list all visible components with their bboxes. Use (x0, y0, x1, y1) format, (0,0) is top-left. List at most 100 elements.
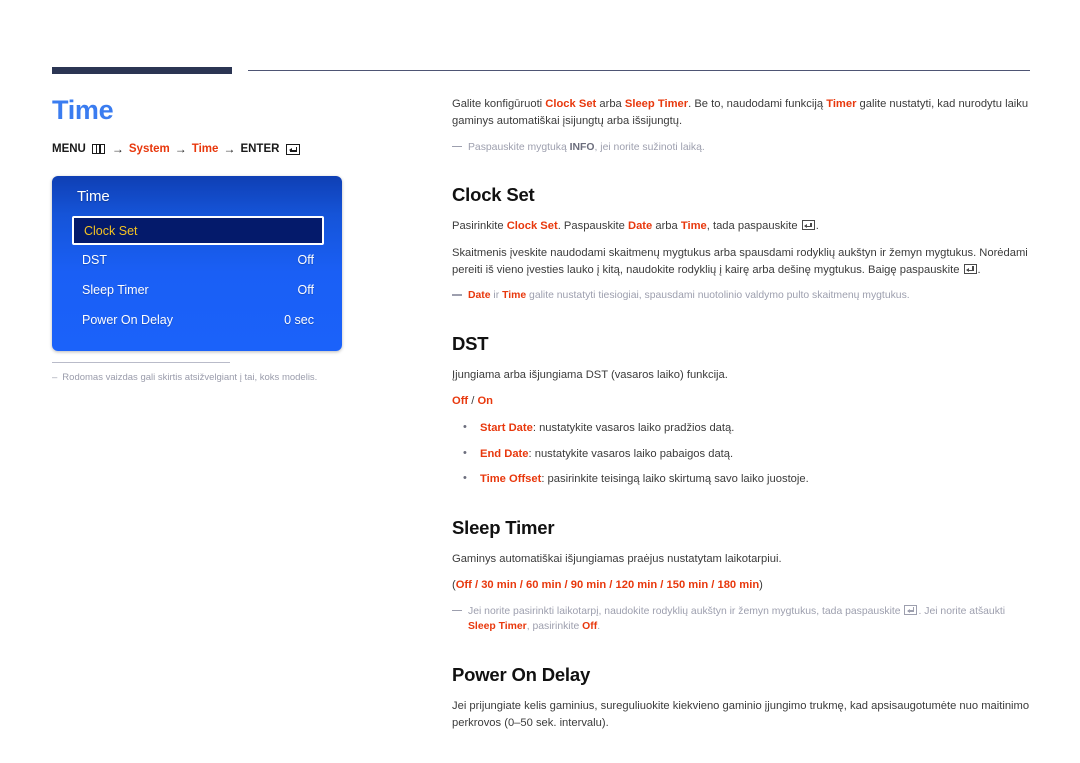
cs-p2-end: . (977, 264, 981, 277)
cs-term-time: Time (680, 220, 707, 233)
osd-item-label: Sleep Timer (82, 283, 149, 298)
list-item: Time Offset: pasirinkite teisingą laiko … (452, 470, 1032, 488)
osd-item-label: Power On Delay (82, 313, 174, 328)
intro-text-e: . Be to, naudodami funkciją (688, 98, 827, 110)
menu-path-step-time: Time (191, 143, 219, 156)
intro-text-c: arba (596, 98, 625, 110)
power-on-delay-paragraph-1: Jei prijungiate kelis gaminius, sureguli… (452, 700, 1030, 730)
left-footnote: – Rodomas vaizdas gali skirtis atsižvelg… (52, 362, 372, 384)
cs-text-a: Pasirinkite (452, 220, 507, 233)
menu-path-arrow-1: → (111, 142, 124, 157)
dst-bullet-desc: : nustatykite vasaros laiko pabaigos dat… (528, 447, 734, 460)
st-note-term-off: Off (582, 621, 598, 633)
menu-path-breadcrumb: MENU → System → Time → ENTER (52, 142, 412, 156)
sleep-timer-paragraph-1: Gaminys automatiškai išjungiamas praėjus… (452, 553, 782, 566)
dst-bullet-term: Time Offset (480, 473, 542, 486)
section-heading-clock-set: Clock Set (452, 184, 535, 206)
intro-note-term-info: INFO (569, 141, 595, 153)
intro-term-sleep-timer: Sleep Timer (624, 98, 689, 110)
list-item: Start Date: nustatykite vasaros laiko pr… (452, 419, 1032, 437)
st-close-paren: ) (759, 579, 763, 592)
dst-bullet-term: End Date (480, 447, 529, 460)
cs-text-h: . (815, 220, 819, 233)
cs-text-g: , tada paspauskite (706, 220, 801, 233)
enter-return-icon (963, 264, 977, 275)
st-options-list: Off / 30 min / 60 min / 90 min / 120 min… (455, 579, 760, 592)
osd-item-sleep-timer[interactable]: Sleep Timer Off (72, 275, 324, 305)
osd-item-clock-set[interactable]: Clock Set (72, 216, 324, 246)
intro-term-timer: Timer (826, 98, 857, 110)
osd-item-label: DST (82, 253, 107, 268)
footnote-text-row: – Rodomas vaizdas gali skirtis atsižvelg… (52, 371, 372, 384)
header-rule-thin (248, 70, 1030, 71)
st-note-f: . (597, 621, 601, 633)
clock-set-paragraph-2: Skaitmenis įveskite naudodami skaitmenų … (452, 245, 1032, 280)
cs-text-e: arba (652, 220, 681, 233)
dst-bullet-desc: : pasirinkite teisingą laiko skirtumą sa… (541, 473, 809, 486)
cs-note-term-date: Date (468, 290, 491, 302)
cs-note-b: ir (490, 290, 503, 302)
cs-term-date: Date (627, 220, 653, 233)
st-note-term-sleep-timer: Sleep Timer (468, 621, 527, 633)
cs-note-term-time: Time (502, 290, 527, 302)
menu-path-arrow-2: → (174, 142, 187, 157)
dst-option-off: Off (452, 395, 469, 408)
osd-menu-panel: Time Clock Set DST Off Sleep Timer Off P… (52, 176, 342, 352)
dst-paragraph-1: Įjungiama arba išjungiama DST (vasaros l… (452, 369, 728, 382)
osd-item-power-on-delay[interactable]: Power On Delay 0 sec (72, 305, 324, 335)
dst-options: Off / On (452, 393, 1032, 410)
dst-bullet-term: Start Date (480, 421, 533, 434)
right-column: Galite konfigūruoti Clock Set arba Sleep… (452, 96, 1032, 742)
section-heading-dst: DST (452, 333, 489, 355)
osd-item-value: Off (297, 283, 314, 298)
menu-path-enter-label: ENTER (240, 143, 280, 156)
cs-note-d: galite nustatyti tiesiogiai, spausdami n… (526, 290, 910, 302)
osd-item-dst[interactable]: DST Off (72, 245, 324, 275)
intro-note-c: , jei norite sužinoti laiką. (594, 141, 705, 153)
st-note-b: . Jei norite atšaukti (918, 605, 1006, 617)
intro-term-clock-set: Clock Set (545, 98, 597, 110)
page-root: Time MENU → System → Time → ENTER Time C… (0, 0, 1080, 763)
st-note-a: Jei norite pasirinkti laikotarpį, naudok… (468, 605, 904, 617)
intro-text-a: Galite konfigūruoti (452, 98, 546, 110)
enter-return-icon (286, 143, 301, 155)
sleep-timer-options: (Off / 30 min / 60 min / 90 min / 120 mi… (452, 577, 1032, 594)
osd-item-value: 0 sec (284, 313, 314, 328)
menu-path-step-system: System (128, 143, 170, 156)
section-heading-power-on-delay: Power On Delay (452, 664, 591, 686)
clock-set-paragraph-1: Pasirinkite Clock Set. Paspauskite Date … (452, 218, 1032, 235)
cs-text-c: . Paspauskite (557, 220, 628, 233)
dst-option-on: On (477, 395, 494, 408)
clock-set-note: Date ir Time galite nustatyti tiesiogiai… (452, 288, 1032, 304)
osd-panel-title: Time (77, 188, 110, 206)
menu-grid-icon (91, 144, 105, 155)
cs-term-clock-set: Clock Set (506, 220, 558, 233)
intro-note-a: Paspauskite mygtuką (468, 141, 570, 153)
st-note-d: , pasirinkite (526, 621, 583, 633)
intro-paragraph: Galite konfigūruoti Clock Set arba Sleep… (452, 96, 1032, 131)
menu-path-arrow-3: → (223, 142, 236, 157)
footnote-dash: – (52, 372, 58, 383)
osd-item-value: Off (297, 253, 314, 268)
footnote-divider (52, 362, 230, 363)
dst-bullet-desc: : nustatykite vasaros laiko pradžios dat… (532, 421, 735, 434)
left-column: Time MENU → System → Time → ENTER Time C… (52, 95, 412, 352)
footnote-text: Rodomas vaizdas gali skirtis atsižvelgia… (62, 372, 318, 383)
enter-return-icon (801, 220, 815, 231)
sleep-timer-note: Jei norite pasirinkti laikotarpį, naudok… (452, 604, 1032, 635)
section-heading-sleep-timer: Sleep Timer (452, 517, 555, 539)
osd-menu-list: Clock Set DST Off Sleep Timer Off Power … (72, 216, 324, 335)
osd-item-label: Clock Set (84, 223, 138, 238)
page-title: Time (52, 95, 114, 125)
enter-return-icon (904, 604, 918, 615)
menu-path-menu-label: MENU (52, 143, 86, 156)
header-rule-thick (52, 67, 232, 74)
intro-note: Paspauskite mygtuką INFO, jei norite suž… (452, 140, 1032, 156)
dst-bullet-list: Start Date: nustatykite vasaros laiko pr… (452, 419, 1032, 488)
cs-p2-text: Skaitmenis įveskite naudodami skaitmenų … (452, 246, 1028, 277)
list-item: End Date: nustatykite vasaros laiko paba… (452, 445, 1032, 463)
